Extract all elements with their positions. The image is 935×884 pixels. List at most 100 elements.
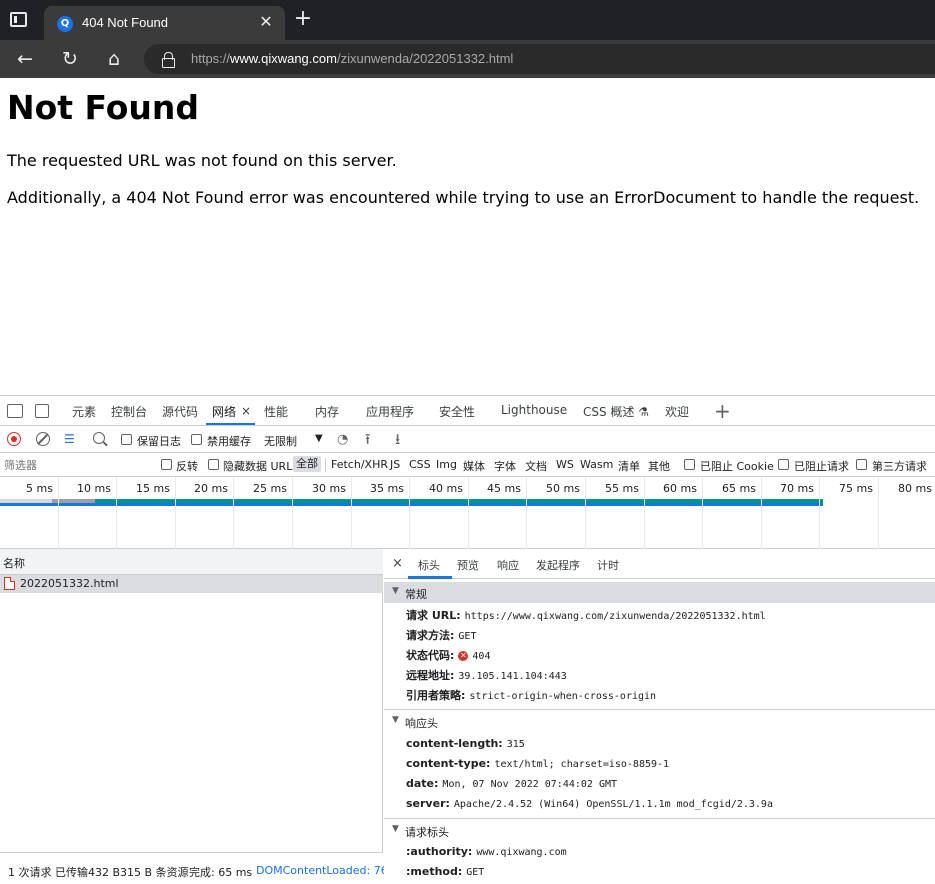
device-toolbar-icon[interactable] [35,404,49,418]
inspect-element-icon[interactable] [7,404,23,418]
header-value: 404 [472,651,491,662]
more-tabs-plus-icon[interactable]: + [714,399,731,423]
filter-type-manifest[interactable]: 清单 [618,458,640,474]
devtools-tab-sources[interactable]: 源代码 [162,403,198,420]
import-har-icon[interactable]: ⭱ [365,429,370,454]
filter-type-fetch[interactable]: Fetch/XHR [331,458,388,471]
network-overview-timeline[interactable]: 5 ms 10 ms 15 ms 20 ms 25 ms 30 ms 35 ms 40 ms 4… [0,477,935,549]
devtools-tab-performance[interactable]: 性能 [264,403,288,420]
timeline-bar-queue [0,499,52,503]
header-row: :authority: www.qixwang.com [406,845,567,863]
summary-finish: 完成: 65 ms [189,866,253,879]
network-toolbar: ☰ 保留日志 禁用缓存 无限制 ▼ ◔ ⭱ ⭳ [0,426,935,453]
new-tab-icon[interactable]: + [292,8,314,30]
devtools-tab-lighthouse[interactable]: Lighthouse [501,403,567,417]
blocked-requests-label: 已阻止请求 [794,460,849,473]
network-filter-bar: 反转 隐藏数据 URL 全部 Fetch/XHR JS CSS Img 媒体 字… [0,453,935,477]
record-icon[interactable] [7,432,21,446]
header-key: 请求方法: [406,629,455,642]
lock-icon[interactable] [162,52,175,68]
tab-close-icon[interactable]: ✕ [257,13,275,31]
tab-actions-icon[interactable] [10,12,27,27]
throttle-dropdown-icon[interactable]: ▼ [315,433,323,444]
section-title: 请求标头 [405,826,449,839]
back-arrow-icon[interactable]: ← [13,47,37,71]
filter-separator [325,458,326,472]
section-request-headers-header[interactable]: ▼ 请求标头 [384,820,935,841]
header-value: strict-origin-when-cross-origin [469,691,657,702]
filter-type-all[interactable]: 全部 [293,456,321,472]
url-host: www.qixwang.com [230,51,337,66]
tab-strip: Q 404 Not Found ✕ + [0,0,935,40]
address-bar[interactable]: https://www.qixwang.com/zixunwenda/20220… [144,44,935,74]
browser-tab[interactable]: Q 404 Not Found ✕ [44,6,285,40]
details-tab-response[interactable]: 响应 [497,557,519,573]
section-general-header[interactable]: ▼ 常规 [384,582,935,603]
home-icon[interactable]: ⌂ [102,47,126,71]
filter-type-css[interactable]: CSS [409,458,431,471]
filter-icon[interactable]: ☰ [64,433,78,445]
filter-type-img[interactable]: Img [436,458,457,471]
devtools-tab-css-overview[interactable]: CSS 概述 ⚗ [583,403,649,420]
devtools-tab-memory[interactable]: 内存 [315,403,339,420]
expand-triangle-icon: ▼ [392,586,399,596]
devtools-tabbar: 元素 控制台 源代码 网络 × 性能 内存 应用程序 安全性 Lighthous… [0,395,935,426]
filter-type-wasm[interactable]: Wasm [580,458,613,471]
header-key: :authority: [406,845,473,858]
header-value: text/html; charset=iso-8859-1 [494,759,670,770]
details-tab-headers[interactable]: 标头 [418,557,440,573]
filter-type-js[interactable]: JS [390,458,400,471]
export-har-icon[interactable]: ⭳ [395,429,400,454]
filter-type-ws[interactable]: WS [556,458,574,471]
filter-type-font[interactable]: 字体 [494,458,516,474]
devtools-tab-security[interactable]: 安全性 [439,403,475,420]
invert-checkbox[interactable] [161,459,172,470]
expand-triangle-icon: ▼ [392,824,399,834]
hide-data-urls-label: 隐藏数据 URL [223,460,293,473]
network-conditions-icon[interactable]: ◔ [337,432,348,447]
details-close-icon[interactable]: × [392,556,403,571]
reload-icon[interactable]: ↻ [58,47,82,71]
header-row: 请求 URL: https://www.qixwang.com/zixunwend… [406,607,766,625]
header-row: 状态代码: ✕ 404 [406,647,490,665]
throttling-select[interactable]: 无限制 [264,433,297,449]
filter-input[interactable] [4,458,154,472]
section-response-headers-header[interactable]: ▼ 响应头 [384,711,935,732]
header-key: :method: [406,865,463,878]
devtools-tab-network[interactable]: 网络 [212,403,236,420]
summary-resources: 315 B 条资源 [120,866,189,879]
hide-data-urls-checkbox[interactable] [208,459,219,470]
clear-icon[interactable] [36,432,50,446]
timeline-tick-label: 65 ms [722,482,756,495]
url-text: https://www.qixwang.com/zixunwenda/20220… [191,51,513,66]
header-row: 远程地址: 39.105.141.104:443 [406,667,567,685]
devtools-tab-elements[interactable]: 元素 [72,403,96,420]
details-tab-timing[interactable]: 计时 [597,557,619,573]
timeline-gridline [585,477,586,549]
filter-type-other[interactable]: 其他 [648,458,670,474]
header-value: 39.105.141.104:443 [458,671,567,682]
header-value: Mon, 07 Nov 2022 07:44:02 GMT [442,779,618,790]
request-row[interactable]: 2022051332.html [0,575,383,593]
timeline-bar-load [0,503,823,506]
timeline-tick-label: 80 ms [898,482,932,495]
blocked-cookies-checkbox[interactable] [684,459,695,470]
disable-cache-checkbox[interactable] [191,434,202,445]
devtools-tab-console[interactable]: 控制台 [111,403,147,420]
devtools-tab-application[interactable]: 应用程序 [366,403,414,420]
details-tab-initiator[interactable]: 发起程序 [536,557,580,573]
timeline-tick-label: 15 ms [136,482,170,495]
filter-type-doc[interactable]: 文档 [525,458,547,474]
header-value: 315 [506,739,525,750]
third-party-checkbox[interactable] [856,459,867,470]
column-name[interactable]: 名称 [3,555,25,571]
timeline-gridline [702,477,703,549]
devtools-tab-welcome[interactable]: 欢迎 [665,403,689,420]
details-tab-preview[interactable]: 预览 [457,557,479,573]
filter-type-media[interactable]: 媒体 [463,458,485,474]
search-icon[interactable] [93,432,105,444]
timeline-gridline [819,477,820,549]
preserve-log-checkbox[interactable] [121,434,132,445]
blocked-requests-checkbox[interactable] [778,459,789,470]
network-tab-close-icon[interactable]: × [241,404,251,418]
